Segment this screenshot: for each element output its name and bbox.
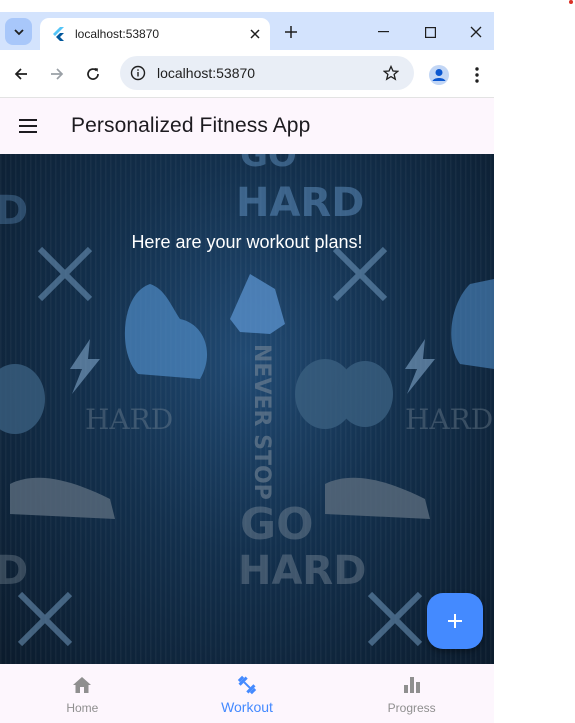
nav-item-progress[interactable]: Progress: [329, 664, 494, 723]
close-icon: [250, 29, 260, 39]
flutter-icon: [52, 27, 66, 41]
chevron-down-icon: [13, 28, 24, 35]
close-icon: [470, 26, 482, 38]
hard-text: D: [0, 548, 28, 594]
plus-icon: [285, 26, 297, 38]
notification-dot: [569, 0, 573, 4]
go-hard-text: GO: [240, 499, 314, 550]
nav-label: Progress: [387, 700, 436, 715]
plus-icon: [448, 614, 462, 628]
tab-search-button[interactable]: [5, 18, 32, 45]
add-workout-button[interactable]: [427, 593, 483, 649]
url-text: localhost:53870: [157, 65, 256, 81]
bicep-icon: [124, 284, 208, 379]
arrow-left-icon: [14, 68, 27, 80]
bicep-icon: [451, 279, 494, 369]
bottom-navigation: Home Workout Progress: [0, 664, 494, 723]
address-bar[interactable]: localhost:53870: [120, 56, 414, 90]
go-hard-text: HARD: [236, 180, 364, 226]
workout-headline: Here are your workout plans!: [131, 232, 363, 252]
menu-icon: [19, 119, 37, 133]
account-icon: [429, 65, 449, 85]
browser-tab[interactable]: localhost:53870: [40, 18, 270, 50]
page-title: Personalized Fitness App: [71, 114, 311, 137]
more-vert-icon: [475, 67, 479, 83]
reload-button[interactable]: [78, 59, 108, 89]
drawer-menu-button[interactable]: [16, 114, 40, 138]
tab-close-button[interactable]: [242, 21, 268, 47]
workout-content: GO HARD GO HARD HARD HARD D D NEVER STOP…: [0, 154, 494, 664]
minimize-button[interactable]: [361, 17, 407, 47]
bar-chart-icon: [400, 673, 424, 697]
nav-item-workout[interactable]: Workout: [165, 664, 330, 723]
minimize-icon: [378, 31, 389, 33]
hard-text: HARD: [405, 403, 493, 436]
reload-icon: [87, 68, 99, 80]
bookmark-star-icon[interactable]: [376, 58, 406, 88]
hard-text: D: [0, 188, 28, 234]
close-window-button[interactable]: [453, 17, 494, 47]
tab-strip: localhost:53870: [0, 12, 494, 50]
profile-avatar[interactable]: [427, 63, 451, 87]
arrow-right-icon: [51, 68, 64, 80]
back-button[interactable]: [6, 59, 36, 89]
forward-button[interactable]: [42, 59, 72, 89]
fitness-icon: [235, 673, 259, 697]
home-icon: [70, 673, 94, 697]
nav-label: Workout: [221, 698, 273, 715]
hard-text: HARD: [85, 403, 173, 436]
tab-title: localhost:53870: [75, 27, 160, 41]
maximize-button[interactable]: [407, 17, 453, 47]
go-hard-text: GO: [240, 154, 297, 175]
nav-label: Home: [66, 700, 99, 715]
maximize-icon: [424, 26, 436, 38]
browser-menu-button[interactable]: [466, 63, 488, 87]
site-info-icon[interactable]: [130, 65, 146, 81]
new-tab-button[interactable]: [278, 19, 304, 45]
fitness-pattern-background: GO HARD GO HARD HARD HARD D D NEVER STOP: [0, 154, 494, 647]
browser-toolbar: localhost:53870: [0, 50, 494, 98]
wolf-icon: [230, 274, 285, 334]
browser-window: localhost:53870 localhost:53870 Personal…: [0, 12, 494, 723]
sneaker-icon: [10, 477, 430, 519]
app-bar: Personalized Fitness App: [0, 98, 494, 154]
go-hard-text: HARD: [238, 548, 366, 594]
nav-item-home[interactable]: Home: [0, 664, 165, 723]
never-stop-text: NEVER STOP: [249, 344, 274, 500]
